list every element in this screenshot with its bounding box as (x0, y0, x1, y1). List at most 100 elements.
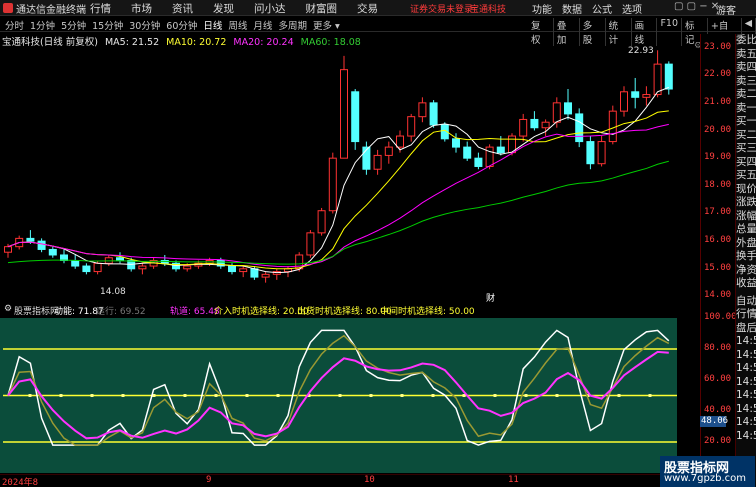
menu-item-gongshi[interactable]: 公式 (592, 1, 612, 16)
candle-body (183, 265, 192, 270)
zhongjian-line-value: 中间时机选择线: 50.00 (380, 307, 475, 317)
candle-body (418, 102, 427, 118)
indicator-settings-icon[interactable]: ⚙ (4, 304, 12, 314)
menu-item-caifuquan[interactable]: 财富圈 (306, 1, 338, 16)
quote-panel-item: 14:53 (736, 429, 756, 442)
watermark-logo: 股票指标网 www.7gpzb.com (660, 456, 755, 487)
price-tick-label: 14.00 (704, 290, 732, 301)
menu-item-faxian[interactable]: 发现 (213, 1, 234, 16)
menu-item-hangqing[interactable]: 行情 (90, 1, 111, 16)
candle-body (93, 262, 102, 273)
period-tab[interactable]: 60分钟 (166, 18, 197, 32)
quote-panel-item: 涨跌 (736, 196, 756, 208)
quote-panel-item: 卖四 (736, 61, 756, 73)
candle-body (586, 141, 595, 165)
quote-panel-item: 外盘 (736, 236, 756, 249)
midline-dot (524, 394, 528, 397)
date-label: 10 (364, 475, 375, 485)
menu-item-shuju[interactable]: 数据 (562, 1, 582, 16)
midline-dot (90, 394, 94, 397)
indicator-name[interactable]: 股票指标网 (14, 304, 59, 317)
guest-label[interactable]: 游客 (716, 2, 736, 17)
candle-body (485, 146, 494, 167)
main-menu: 行情 市场 资讯 发现 问小达 财富圈 交易 (90, 1, 398, 16)
quote-panel-item: 盘后 (736, 321, 756, 334)
menu-item-zixun[interactable]: 资讯 (172, 1, 193, 16)
quote-panel-item: 买一 (736, 115, 756, 127)
candle-body (552, 102, 561, 123)
candle-body (82, 265, 91, 273)
ma60-line (7, 160, 669, 265)
candle-body (306, 232, 315, 256)
period-tab[interactable]: 日线 (203, 18, 222, 32)
indicator-axis-marker: 48.06 (700, 416, 729, 427)
candle-body (407, 116, 416, 137)
price-tick-label: 15.00 (704, 262, 732, 273)
candlestick-chart[interactable]: 22.93 14.08 财 ⚙ (0, 42, 700, 302)
period-tab[interactable]: 分时 (5, 18, 24, 32)
quote-panel-item: 买三 (736, 142, 756, 154)
midline-dot (369, 394, 373, 397)
quote-panel-item: 14:52 (736, 389, 756, 401)
midline-dot (59, 394, 63, 397)
window-controls[interactable]: ▢ ▢ − ✕ (674, 1, 719, 12)
midline-dot (121, 394, 125, 397)
period-tab[interactable]: 更多 ▾ (313, 18, 340, 32)
quote-panel-item: 买二 (736, 128, 756, 141)
date-label: 9 (206, 475, 212, 485)
midline-dot (493, 394, 497, 397)
gear-icon: ⚙ (694, 42, 700, 51)
period-tabs: 分时 1分钟 5分钟 15分钟 30分钟 60分钟 日线 周线 月线 多周期 更多 ▾ (5, 18, 346, 32)
midline-dot (400, 394, 404, 397)
menu-item-wenxiaoda[interactable]: 问小达 (254, 1, 286, 16)
price-tick-label: 16.00 (704, 235, 732, 246)
jieru-line-value: 介入时机选择线: 20.00 (214, 307, 309, 317)
yunxing-value: 运行: 69.52 (96, 307, 146, 317)
date-label: 11 (508, 475, 519, 485)
candle-body (496, 146, 505, 154)
period-tab[interactable]: 15分钟 (92, 18, 123, 32)
period-tab[interactable]: 5分钟 (61, 18, 86, 32)
candle-body (71, 260, 80, 267)
midline-dot (276, 394, 280, 397)
midline-dot (431, 394, 435, 397)
midline-dot (245, 394, 249, 397)
period-tab[interactable]: 1分钟 (30, 18, 55, 32)
candle-body (26, 237, 35, 242)
date-label: 2024年8 (2, 478, 39, 487)
login-notice[interactable]: 证券交易未登录 (410, 2, 473, 15)
indicator-tick-label: 80.00 (704, 343, 732, 353)
period-tab[interactable]: 多周期 (278, 18, 307, 32)
quote-panel-item: 委比 (736, 34, 756, 46)
candle-body (664, 63, 673, 90)
menu-item-shichang[interactable]: 市场 (131, 1, 152, 16)
price-tick-label: 20.00 (704, 124, 732, 135)
quote-panel-item: 买五 (736, 169, 756, 181)
menu-item-gongneng[interactable]: 功能 (532, 1, 552, 16)
period-tab[interactable]: 月线 (253, 18, 272, 32)
candle-body (642, 94, 651, 98)
candle-body (328, 157, 337, 212)
quote-panel-item: 卖五 (736, 47, 756, 60)
period-tab[interactable]: 周线 (228, 18, 247, 32)
menu-item-jiaoyi[interactable]: 交易 (357, 1, 378, 16)
quote-panel-item: 14:50 (736, 335, 756, 347)
quote-panel-item: 现价 (736, 182, 756, 195)
candle-body (351, 91, 360, 143)
period-tab[interactable]: 30分钟 (129, 18, 160, 32)
price-tick-label: 18.00 (704, 179, 732, 190)
quote-panel-item: 总量 (736, 223, 756, 235)
candle-body (116, 257, 124, 262)
candle-body (228, 265, 236, 273)
quote-panel-item: 14:50 (736, 348, 756, 361)
candle-body (4, 246, 12, 253)
quote-panel-item: 卖一 (736, 101, 756, 114)
candle-body (608, 110, 617, 143)
quote-panel: 委比 卖五 卖四 卖三 卖二 卖一 买一 买二 买三 买四 买五 现价 涨跌 涨幅 总量 外盘 换手 净资 收益 自动… (735, 34, 756, 487)
ma5-line (7, 86, 669, 274)
quote-panel-item: 自动 (736, 294, 756, 307)
period-toolbar: 分时 1分钟 5分钟 15分钟 30分钟 60分钟 日线 周线 月线 多周期 更多 ▾ 复权 叠加 … (0, 17, 756, 46)
quote-panel-item: 14:53 (736, 416, 756, 428)
menu-item-xuanxiang[interactable]: 选项 (622, 1, 642, 16)
indicator-chart[interactable] (0, 318, 700, 473)
